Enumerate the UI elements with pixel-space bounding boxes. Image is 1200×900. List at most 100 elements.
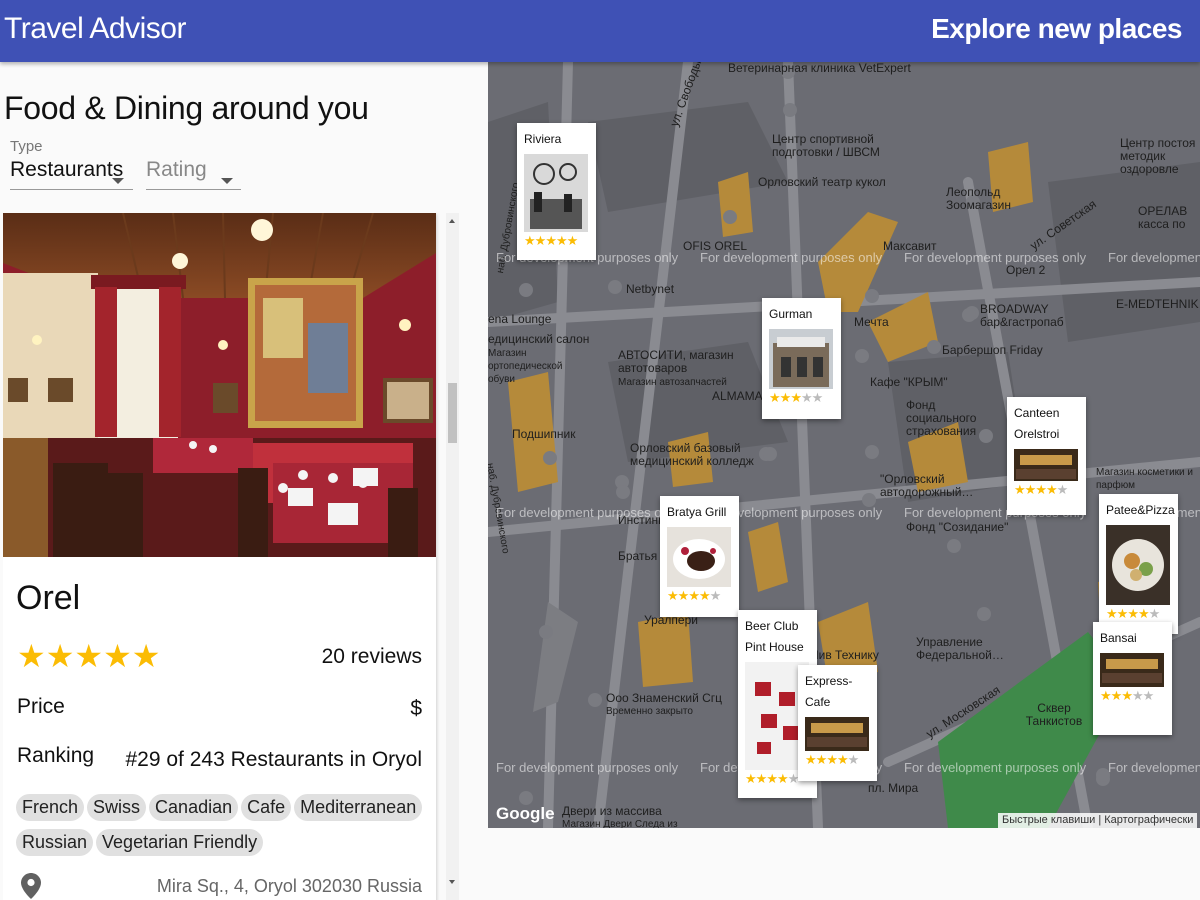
map-label: пл. Мира xyxy=(868,781,919,795)
marker-rating: ★★★★★ xyxy=(1100,689,1165,703)
star-filled-icon: ★ xyxy=(1121,688,1133,703)
cuisine-chip[interactable]: Cafe xyxy=(241,794,292,821)
scrollbar-thumb[interactable] xyxy=(448,383,457,443)
cuisine-chip[interactable]: Vegetarian Friendly xyxy=(96,829,264,856)
star-filled-icon: ★ xyxy=(815,752,828,767)
star-filled-icon: ★ xyxy=(826,752,838,767)
map[interactable]: Ветеринарная клиника VetExpert ул. Свобо… xyxy=(488,62,1200,828)
star-filled-icon: ★ xyxy=(566,233,579,248)
map-label: Ооо Знаменский Сгц xyxy=(606,691,723,705)
cuisine-chips: French Swiss Canadian Cafe Mediterranean Russ… xyxy=(16,794,436,864)
dev-watermark: For development purposes only xyxy=(700,250,883,265)
map-label: Орловский театр кукол xyxy=(758,175,886,189)
rating-select-underline xyxy=(146,189,241,190)
scroll-up-arrow-icon[interactable] xyxy=(449,219,455,223)
marker-card-bansai[interactable]: Bansai ★★★★★ xyxy=(1093,622,1172,735)
list-scrollbar[interactable] xyxy=(446,213,459,900)
star-filled-icon: ★ xyxy=(1127,606,1139,621)
ranking-value: #29 of 243 Restaurants in Oryol xyxy=(125,748,422,771)
place-address: Mira Sq., 4, Oryol 302030 Russia xyxy=(156,876,422,896)
ranking-label: Ranking xyxy=(17,744,95,767)
map-label: Орел 2 xyxy=(1006,263,1046,277)
map-label: Кафе "КРЫМ" xyxy=(870,375,948,389)
map-label: Центр постоя методик оздоровле xyxy=(1120,136,1196,176)
marker-rating: ★★★★★ xyxy=(1106,607,1171,621)
marker-card-canteen-orelstroi[interactable]: Canteen Orelstroi ★★★★★ xyxy=(1007,397,1086,515)
star-filled-icon: ★ xyxy=(1014,482,1026,497)
map-label: Центр спортивной подготовки / ШВСМ xyxy=(772,132,880,159)
marker-rating: ★★★★★ xyxy=(805,753,870,767)
map-label: Двери из массива xyxy=(562,804,662,818)
star-empty-icon: ★ xyxy=(1148,606,1161,621)
rating-dropdown-arrow-icon xyxy=(221,178,233,184)
cuisine-chip[interactable]: French xyxy=(16,794,85,821)
marker-photo xyxy=(1106,525,1170,605)
dev-watermark: For development purposes only xyxy=(904,760,1087,775)
map-label: Мечта xyxy=(854,315,889,329)
map-label: Магазин автозапчастей xyxy=(618,377,727,388)
star-filled-icon: ★ xyxy=(555,233,568,248)
marker-name: Canteen Orelstroi xyxy=(1014,406,1060,441)
map-label: E-MEDTEHNIK xyxy=(1116,297,1199,311)
dev-watermark: For development purposes only xyxy=(496,505,679,520)
map-label: Временно закрыто xyxy=(606,706,693,717)
marker-photo xyxy=(805,717,869,751)
star-empty-icon: ★ xyxy=(1142,688,1155,703)
star-filled-icon: ★ xyxy=(790,390,802,405)
scroll-down-arrow-icon[interactable] xyxy=(449,880,455,884)
marker-card-bratya-grill[interactable]: Bratya Grill ★★★★★ xyxy=(660,496,739,617)
marker-photo xyxy=(667,527,731,587)
type-select-underline xyxy=(10,189,133,190)
google-logo[interactable]: Google xyxy=(496,804,555,824)
dev-watermark: For development purposes only xyxy=(904,250,1087,265)
map-label: ОРЕЛАВ касса по xyxy=(1138,204,1188,231)
type-select[interactable]: Type Restaurants xyxy=(10,138,133,190)
marker-name: Gurman xyxy=(769,307,813,321)
star-filled-icon: ★ xyxy=(1045,482,1058,497)
dev-watermark: For development purposes only xyxy=(1108,250,1200,265)
map-label: "Орловский автодорожный… xyxy=(880,472,974,499)
type-select-label: Type xyxy=(10,138,43,155)
star-filled-icon: ★ xyxy=(688,588,700,603)
marker-name: Express-Cafe xyxy=(805,674,853,709)
marker-rating: ★★★★★ xyxy=(667,589,732,603)
app-title: Travel Advisor xyxy=(4,12,186,45)
star-filled-icon: ★ xyxy=(779,390,792,405)
star-filled-icon: ★ xyxy=(534,233,547,248)
cuisine-chip[interactable]: Swiss xyxy=(87,794,147,821)
marker-card-express-cafe[interactable]: Express-Cafe ★★★★★ xyxy=(798,665,877,781)
marker-card-patee-pizza[interactable]: Patee&Pizza ★★★★★ xyxy=(1099,494,1178,634)
list-panel: Food & Dining around you Type Restaurant… xyxy=(0,62,488,900)
map-label: Магазин ортопедической обуви xyxy=(488,348,563,385)
marker-photo xyxy=(769,329,833,389)
dev-watermark: For development purposes only xyxy=(496,760,679,775)
map-label: ena Lounge xyxy=(488,312,552,326)
marker-photo xyxy=(1014,449,1078,481)
location-pin-icon xyxy=(21,873,41,900)
map-label: Фонд "Созидание" xyxy=(906,520,1009,534)
map-label: Сквер Танкистов xyxy=(1025,701,1083,728)
map-label: Барбершоп Friday xyxy=(942,343,1043,357)
place-card[interactable]: Orel ★★★★★ 20 reviews Price $ Ranking #2… xyxy=(3,213,436,900)
map-label: едицинский салон xyxy=(488,332,590,346)
star-filled-icon: ★ xyxy=(524,233,536,248)
map-label: Фонд социального страхования xyxy=(906,398,977,438)
marker-rating: ★★★★★ xyxy=(524,234,589,248)
star-empty-icon: ★ xyxy=(811,390,824,405)
marker-card-riviera[interactable]: Riviera ★★★★★ xyxy=(517,123,596,260)
map-label: Пив Технику xyxy=(810,648,879,662)
star-filled-icon: ★ xyxy=(545,233,557,248)
map-label: ALMAMA xyxy=(712,389,763,403)
cuisine-chip[interactable]: Russian xyxy=(16,829,94,856)
list-heading: Food & Dining around you xyxy=(4,90,369,126)
place-list[interactable]: Orel ★★★★★ 20 reviews Price $ Ranking #2… xyxy=(3,213,459,900)
marker-card-gurman[interactable]: Gurman ★★★★★ xyxy=(762,298,841,419)
star-empty-icon: ★ xyxy=(847,752,860,767)
star-filled-icon: ★ xyxy=(1106,606,1118,621)
star-filled-icon: ★ xyxy=(755,771,768,786)
rating-select[interactable]: Rating xyxy=(146,138,241,190)
cuisine-chip[interactable]: Canadian xyxy=(149,794,239,821)
star-filled-icon: ★ xyxy=(1116,606,1129,621)
cuisine-chip[interactable]: Mediterranean xyxy=(294,794,423,821)
map-attribution[interactable]: Быстрые клавиши | Картографически xyxy=(998,813,1198,828)
